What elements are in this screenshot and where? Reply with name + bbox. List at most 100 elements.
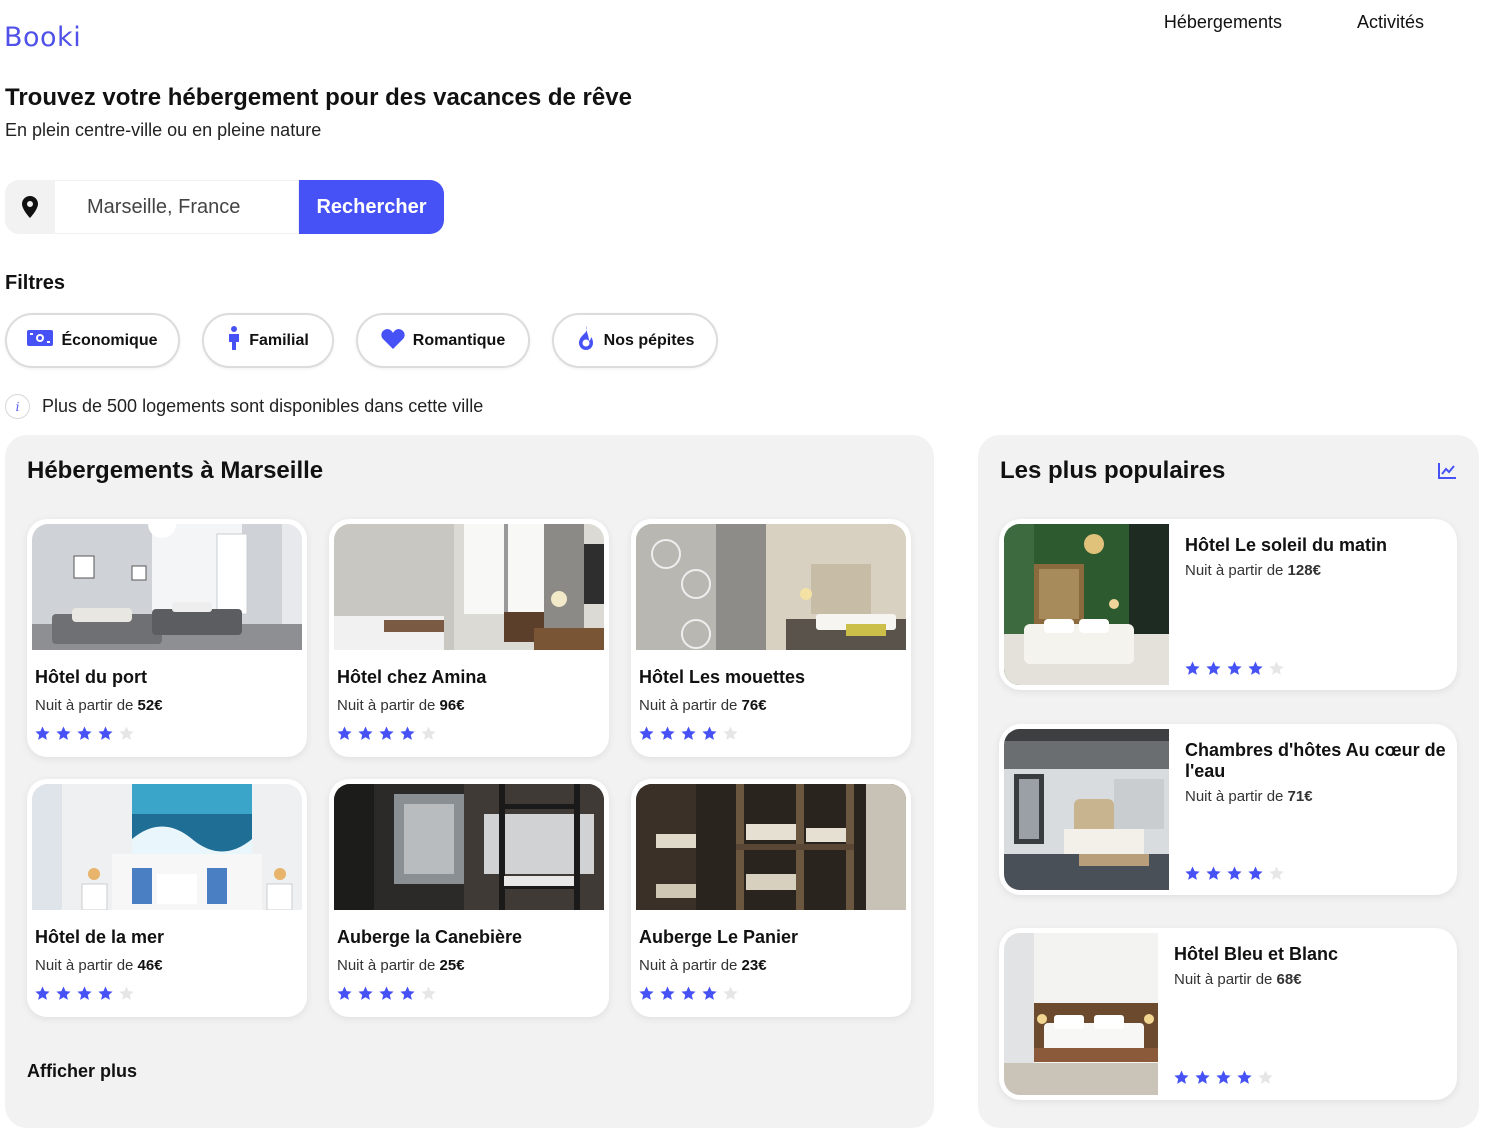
star-filled-icon — [400, 726, 415, 740]
map-pin-icon — [5, 180, 55, 234]
hotel-photo — [32, 524, 302, 650]
accommodation-price: Nuit à partir de 25€ — [337, 957, 465, 974]
star-filled-icon — [702, 986, 717, 1000]
availability-text: Plus de 500 logements sont disponibles d… — [42, 396, 484, 416]
heart-icon — [381, 328, 405, 354]
nav-link-activites[interactable]: Activités — [1357, 12, 1424, 33]
accommodation-card[interactable]: Auberge la Canebière Nuit à partir de 25… — [329, 779, 609, 1017]
star-filled-icon — [56, 726, 71, 740]
star-filled-icon — [98, 726, 113, 740]
star-filled-icon — [1174, 1070, 1189, 1084]
filter-romantique[interactable]: Romantique — [356, 313, 530, 368]
booki-logo[interactable]: Booki — [4, 22, 81, 53]
star-empty-icon — [421, 726, 436, 740]
star-filled-icon — [1248, 866, 1263, 880]
price-prefix: Nuit à partir de — [35, 697, 138, 714]
rating-stars — [337, 726, 436, 741]
accommodation-card[interactable]: Hôtel de la mer Nuit à partir de 46€ — [27, 779, 307, 1017]
popular-price: Nuit à partir de 128€ — [1185, 562, 1321, 579]
star-empty-icon — [119, 986, 134, 1000]
star-filled-icon — [702, 726, 717, 740]
accommodation-price: Nuit à partir de 46€ — [35, 957, 163, 974]
popular-card[interactable]: Hôtel Bleu et Blanc Nuit à partir de 68€ — [999, 928, 1457, 1100]
accommodation-card[interactable]: Hôtel chez Amina Nuit à partir de 96€ — [329, 519, 609, 757]
filter-label: Économique — [61, 331, 158, 349]
popular-card[interactable]: Hôtel Le soleil du matin Nuit à partir d… — [999, 519, 1457, 690]
person-icon — [227, 326, 241, 355]
popular-price: Nuit à partir de 71€ — [1185, 788, 1313, 805]
star-empty-icon — [723, 726, 738, 740]
hotel-photo — [32, 784, 302, 910]
hotel-photo — [1004, 524, 1169, 685]
filter-label: Romantique — [412, 331, 506, 349]
rating-stars — [639, 986, 738, 1001]
search-button[interactable]: Rechercher — [299, 180, 444, 234]
search-input[interactable] — [55, 180, 299, 234]
popular-panel: Les plus populaires Hôtel Le soleil du m… — [978, 435, 1479, 1128]
star-filled-icon — [35, 726, 50, 740]
price-prefix: Nuit à partir de — [337, 957, 440, 974]
info-icon: i — [5, 394, 30, 419]
star-empty-icon — [723, 986, 738, 1000]
price-value: 128€ — [1287, 562, 1321, 579]
rating-stars — [35, 726, 134, 741]
star-filled-icon — [1237, 1070, 1252, 1084]
price-prefix: Nuit à partir de — [35, 957, 138, 974]
popular-title: Les plus populaires — [1000, 457, 1226, 484]
price-value: 68€ — [1276, 971, 1302, 988]
price-prefix: Nuit à partir de — [337, 697, 440, 714]
money-icon — [27, 329, 54, 352]
star-filled-icon — [77, 726, 92, 740]
price-value: 25€ — [439, 957, 465, 974]
accommodation-name: Auberge Le Panier — [639, 927, 799, 947]
accommodation-card[interactable]: Hôtel Les mouettes Nuit à partir de 76€ — [631, 519, 911, 757]
rating-stars — [1185, 866, 1284, 881]
accommodations-panel: Hébergements à Marseille Hôtel du port N… — [5, 435, 934, 1128]
nav-link-hebergements[interactable]: Hébergements — [1164, 12, 1282, 33]
popular-name: Hôtel Le soleil du matin — [1185, 535, 1388, 555]
price-prefix: Nuit à partir de — [639, 697, 742, 714]
star-filled-icon — [660, 726, 675, 740]
price-prefix: Nuit à partir de — [1185, 788, 1288, 805]
star-filled-icon — [1195, 1070, 1210, 1084]
accommodation-card[interactable]: Auberge Le Panier Nuit à partir de 23€ — [631, 779, 911, 1017]
price-value: 96€ — [439, 697, 465, 714]
rating-stars — [337, 986, 436, 1001]
price-value: 23€ — [741, 957, 767, 974]
rating-stars — [1174, 1070, 1273, 1085]
price-value: 52€ — [137, 697, 163, 714]
star-empty-icon — [119, 726, 134, 740]
price-prefix: Nuit à partir de — [1174, 971, 1277, 988]
search-bar: Rechercher — [5, 180, 444, 234]
rating-stars — [35, 986, 134, 1001]
price-prefix: Nuit à partir de — [1185, 562, 1288, 579]
star-filled-icon — [1206, 866, 1221, 880]
star-empty-icon — [1269, 661, 1284, 675]
star-filled-icon — [77, 986, 92, 1000]
star-filled-icon — [1206, 661, 1221, 675]
accommodation-card[interactable]: Hôtel du port Nuit à partir de 52€ — [27, 519, 307, 757]
filters-list: Économique Familial Romantique Nos pépit… — [5, 313, 740, 368]
star-filled-icon — [681, 726, 696, 740]
page-title: Trouvez votre hébergement pour des vacan… — [5, 84, 632, 111]
filter-label: Nos pépites — [603, 331, 695, 349]
fire-icon — [576, 326, 596, 355]
price-value: 76€ — [741, 697, 767, 714]
accommodation-price: Nuit à partir de 96€ — [337, 697, 465, 714]
show-more-link[interactable]: Afficher plus — [27, 1061, 137, 1082]
accommodation-price: Nuit à partir de 23€ — [639, 957, 767, 974]
accommodation-price: Nuit à partir de 76€ — [639, 697, 767, 714]
star-filled-icon — [358, 986, 373, 1000]
trend-chart-icon[interactable] — [1437, 462, 1457, 485]
star-filled-icon — [1227, 661, 1242, 675]
star-filled-icon — [1248, 661, 1263, 675]
star-filled-icon — [639, 726, 654, 740]
star-filled-icon — [337, 726, 352, 740]
filter-economique[interactable]: Économique — [5, 313, 180, 368]
filter-familial[interactable]: Familial — [202, 313, 334, 368]
popular-card[interactable]: Chambres d'hôtes Au cœur de l'eau Nuit à… — [999, 724, 1457, 895]
filter-nos-pepites[interactable]: Nos pépites — [552, 313, 718, 368]
hotel-photo — [1004, 729, 1169, 890]
accommodation-name: Hôtel de la mer — [35, 927, 165, 947]
page-subtitle: En plein centre-ville ou en pleine natur… — [5, 120, 322, 140]
